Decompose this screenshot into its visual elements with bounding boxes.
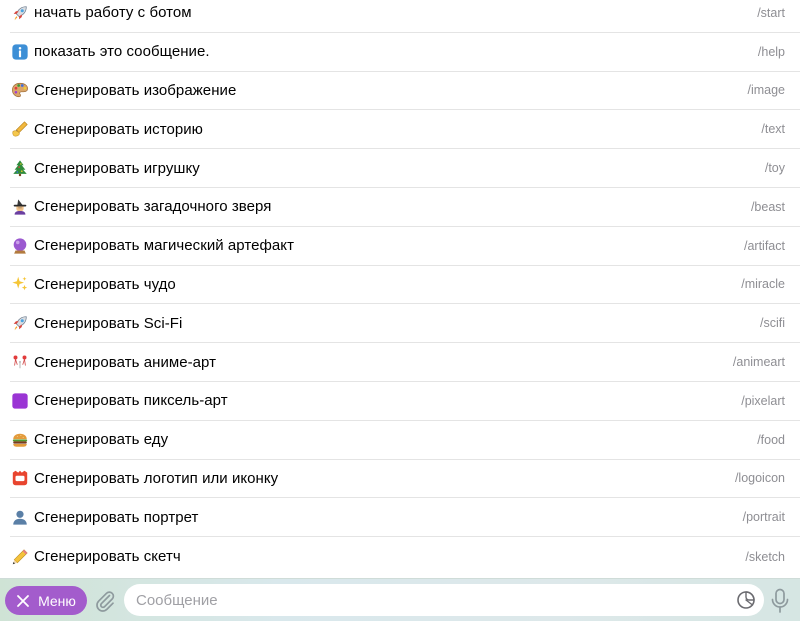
command-row-scifi[interactable]: Сгенерировать Sci-Fi/scifi: [10, 304, 800, 344]
command-row-portrait[interactable]: Сгенерировать портрет/portrait: [10, 498, 800, 538]
command-row-logoicon[interactable]: Сгенерировать логотип или иконку/logoico…: [10, 460, 800, 499]
command-row-start[interactable]: начать работу с ботом/start: [10, 0, 800, 33]
rocket-icon: [10, 3, 30, 23]
command-description: Сгенерировать портрет: [34, 508, 199, 526]
command-row-beast[interactable]: Сгенерировать загадочного зверя/beast: [10, 188, 800, 227]
command-row-toy[interactable]: Сгенерировать игрушку/toy: [10, 149, 800, 188]
command-row-pixelart[interactable]: Сгенерировать пиксель-арт/pixelart: [10, 382, 800, 421]
command-row-miracle[interactable]: Сгенерировать чудо/miracle: [10, 266, 800, 305]
command-name: /scifi: [760, 316, 785, 331]
command-name: /sketch: [745, 549, 785, 564]
sticker-icon[interactable]: [736, 590, 756, 610]
command-name: /artifact: [744, 238, 785, 253]
chat-screen: начать работу с ботом/start показать это …: [0, 0, 800, 621]
name-badge-icon: [10, 468, 30, 488]
command-row-artifact[interactable]: Сгенерировать магический артефакт/artifa…: [10, 227, 800, 266]
menu-label: Меню: [38, 592, 76, 609]
command-name: /pixelart: [741, 393, 785, 408]
command-description: Сгенерировать загадочного зверя: [34, 198, 272, 216]
wind-chime-icon: [10, 352, 30, 372]
message-input-container: [124, 584, 764, 616]
command-description: Сгенерировать логотип или иконку: [34, 469, 279, 487]
command-name: /image: [747, 83, 785, 98]
bust-silhouette-icon: [10, 507, 30, 527]
command-description: показать это сообщение.: [34, 43, 210, 61]
message-input[interactable]: [136, 584, 726, 616]
message-composer: Меню: [0, 578, 800, 621]
writing-hand-icon: [10, 119, 30, 139]
command-row-sketch[interactable]: Сгенерировать скетч/sketch: [10, 537, 800, 576]
command-description: Сгенерировать магический артефакт: [34, 237, 294, 255]
command-description: Сгенерировать Sci-Fi: [34, 314, 183, 332]
command-name: /help: [757, 44, 785, 59]
command-description: Сгенерировать чудо: [34, 275, 176, 293]
command-description: Сгенерировать еду: [34, 431, 169, 449]
info-icon: [10, 42, 30, 62]
menu-button[interactable]: Меню: [5, 586, 87, 615]
microphone-icon[interactable]: [770, 588, 790, 614]
command-row-text[interactable]: Сгенерировать историю/text: [10, 110, 800, 150]
command-description: Сгенерировать скетч: [34, 548, 181, 566]
command-description: Сгенерировать игрушку: [34, 159, 200, 177]
command-row-food[interactable]: Сгенерировать еду/food: [10, 421, 800, 460]
pencil-icon: [10, 547, 30, 567]
paperclip-icon[interactable]: [93, 589, 117, 613]
command-description: Сгенерировать изображение: [34, 81, 237, 99]
witch-icon: [10, 197, 30, 217]
command-row-image[interactable]: Сгенерировать изображение/image: [10, 72, 800, 111]
purple-square-icon: [10, 391, 30, 411]
christmas-tree-icon: [10, 158, 30, 178]
sparkles-icon: [10, 274, 30, 294]
command-description: Сгенерировать историю: [34, 120, 203, 138]
command-row-help[interactable]: показать это сообщение. /help: [10, 33, 800, 72]
command-row-animeart[interactable]: Сгенерировать аниме-арт/animeart: [10, 343, 800, 382]
command-name: /start: [757, 5, 785, 20]
command-description: Сгенерировать пиксель-арт: [34, 392, 228, 410]
command-name: /toy: [764, 161, 785, 176]
command-name: /miracle: [741, 277, 785, 292]
command-description: начать работу с ботом: [34, 4, 192, 22]
burger-icon: [10, 430, 30, 450]
crystal-ball-icon: [10, 236, 30, 256]
close-icon: [17, 594, 29, 607]
bot-command-list: начать работу с ботом/start показать это …: [0, 0, 800, 578]
command-name: /food: [757, 432, 785, 447]
command-name: /animeart: [732, 355, 785, 370]
command-description: Сгенерировать аниме-арт: [34, 353, 217, 371]
command-name: /beast: [750, 199, 785, 214]
command-name: /logoicon: [734, 471, 785, 486]
rocket-icon: [10, 313, 30, 333]
command-name: /text: [761, 122, 785, 137]
palette-icon: [10, 80, 30, 100]
command-name: /portrait: [742, 510, 785, 525]
